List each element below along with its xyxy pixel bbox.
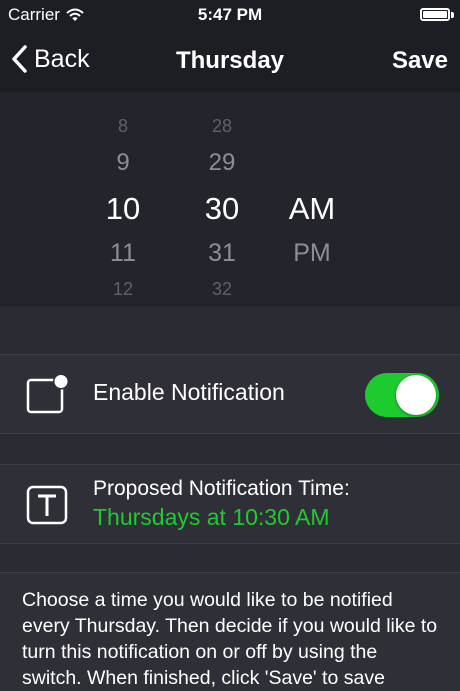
minute-selected[interactable]: 30 xyxy=(177,191,267,227)
battery-nub xyxy=(451,12,454,18)
hour-option[interactable]: 12 xyxy=(78,279,168,300)
text-t-icon xyxy=(26,485,68,525)
hour-selected[interactable]: 10 xyxy=(78,191,168,227)
status-bar: Carrier 5:47 PM xyxy=(0,0,460,30)
battery-icon xyxy=(420,8,450,21)
toggle-knob xyxy=(396,375,436,415)
minute-wheel[interactable]: 28 29 30 31 32 xyxy=(177,92,267,306)
minute-option[interactable]: 32 xyxy=(177,279,267,300)
period-wheel[interactable]: AM PM xyxy=(267,92,357,306)
hour-option[interactable]: 9 xyxy=(78,149,168,177)
minute-option[interactable]: 31 xyxy=(177,239,267,268)
period-option[interactable]: PM xyxy=(267,239,357,268)
minute-option[interactable]: 28 xyxy=(177,116,267,137)
enable-notification-label: Enable Notification xyxy=(93,379,285,405)
help-text: Choose a time you would like to be notif… xyxy=(22,589,438,689)
enable-notification-row: Enable Notification xyxy=(0,354,460,434)
help-section: Choose a time you would like to be notif… xyxy=(0,572,460,691)
proposed-time-row: Proposed Notification Time: Thursdays at… xyxy=(0,464,460,544)
notification-badge-icon xyxy=(26,375,69,414)
time-picker[interactable]: 8 9 10 11 12 28 29 30 31 32 AM PM xyxy=(0,92,460,306)
save-button[interactable]: Save xyxy=(392,47,448,75)
navigation-bar: Back Thursday Save xyxy=(0,30,460,92)
enable-notification-toggle[interactable] xyxy=(365,373,439,417)
hour-option[interactable]: 8 xyxy=(78,116,168,137)
hour-option[interactable]: 11 xyxy=(78,239,168,268)
proposed-time-value: Thursdays at 10:30 AM xyxy=(93,504,330,530)
battery-fill xyxy=(423,11,447,18)
hour-wheel[interactable]: 8 9 10 11 12 xyxy=(78,92,168,306)
period-selected[interactable]: AM xyxy=(267,191,357,227)
proposed-time-label: Proposed Notification Time: xyxy=(93,477,350,500)
minute-option[interactable]: 29 xyxy=(177,149,267,177)
status-time: 5:47 PM xyxy=(197,5,263,24)
